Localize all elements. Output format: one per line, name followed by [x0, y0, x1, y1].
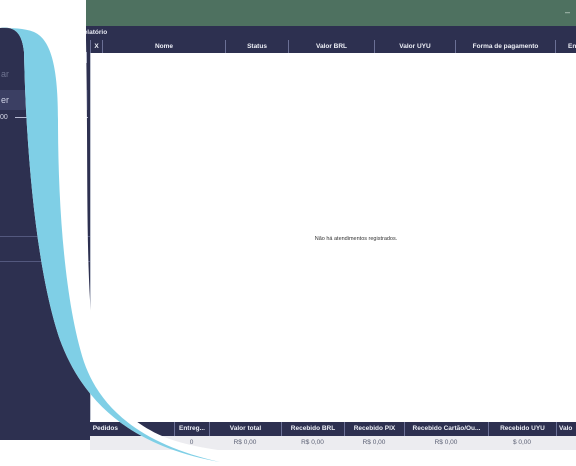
date-picker-button[interactable]	[78, 52, 87, 63]
summary-values: 0 R$ 0,00 R$ 0,00 R$ 0,00 R$ 0,00 $ 0,00	[90, 436, 576, 450]
empty-message: Não há atendimentos registrados.	[314, 236, 398, 242]
summary-header-recebido-cartao: Recebido Cartão/Ou...	[404, 422, 488, 436]
sidebar: 23/07/2024 ar er 00	[0, 40, 90, 440]
title-bar: –	[0, 0, 576, 26]
sidebar-item-b-label: er	[1, 95, 10, 105]
summary-header-pedidos: Pedidos	[92, 425, 118, 432]
column-header-partial[interactable]: En	[555, 40, 576, 53]
calendar-icon	[81, 55, 84, 60]
summary-value-valor-total: R$ 0,00	[233, 439, 257, 446]
summary-value-recebido-cartao: R$ 0,00	[434, 439, 458, 446]
summary-header-entregues: Entreg...	[174, 422, 209, 436]
column-header-forma-pagamento[interactable]: Forma de pagamento	[455, 40, 555, 53]
summary-header-partial: Valo	[556, 422, 576, 436]
group-label: 00	[0, 114, 8, 121]
summary-header-valor-total: Valor total	[209, 422, 281, 436]
column-header-status[interactable]: Status	[225, 40, 288, 53]
sidebar-item-a-label: ar	[1, 69, 10, 79]
summary-header-recebido-pix: Recebido PIX	[344, 422, 404, 436]
column-header-nome[interactable]: Nome	[102, 40, 225, 53]
minimize-button[interactable]: –	[565, 8, 570, 17]
column-header-x[interactable]: X	[90, 40, 102, 53]
summary-header: Pedidos Entreg... Valor total Recebido B…	[90, 422, 576, 436]
sidebar-divider	[0, 261, 90, 262]
summary-value-recebido-uyu: $ 0,00	[512, 439, 532, 446]
group-divider	[15, 117, 88, 118]
date-input[interactable]: 23/07/2024	[36, 52, 76, 63]
summary-value-recebido-pix: R$ 0,00	[362, 439, 386, 446]
menu-bar: s Clientes Relatório	[0, 26, 576, 40]
menu-item-relatorio[interactable]: Relatório	[79, 29, 107, 36]
summary-value-recebido-brl: R$ 0,00	[301, 439, 324, 446]
summary-value-entregues: 0	[189, 439, 194, 446]
column-header-valor-brl[interactable]: Valor BRL	[288, 40, 374, 53]
menu-item-partial[interactable]: s	[33, 29, 37, 36]
table-body: Não há atendimentos registrados.	[90, 53, 576, 420]
summary-header-recebido-brl: Recebido BRL	[281, 422, 344, 436]
column-header-valor-uyu[interactable]: Valor UYU	[374, 40, 455, 53]
table-header: X Nome Status Valor BRL Valor UYU Forma …	[90, 40, 576, 53]
sidebar-divider	[0, 236, 90, 237]
sidebar-item-a[interactable]: ar	[0, 63, 88, 85]
summary-header-recebido-uyu: Recebido UYU	[488, 422, 556, 436]
sidebar-item-b[interactable]: er	[0, 90, 88, 110]
menu-item-clientes[interactable]: Clientes	[45, 29, 70, 36]
